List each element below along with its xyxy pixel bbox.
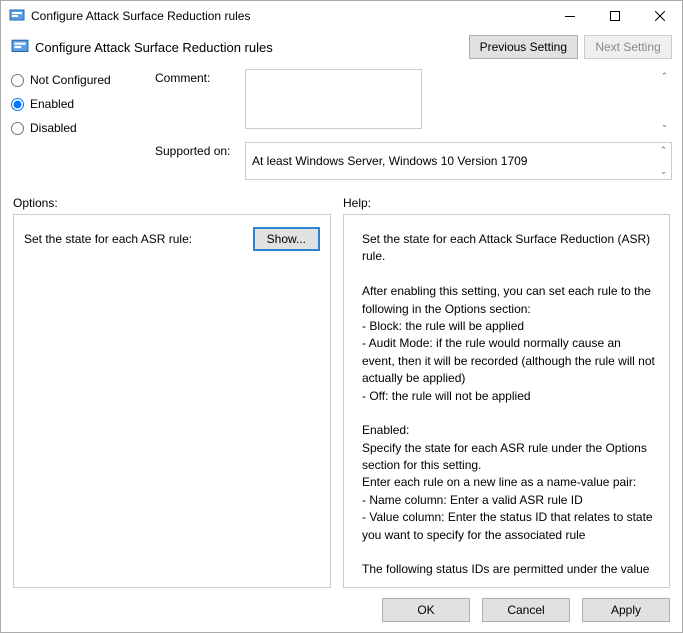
next-setting-button: Next Setting: [584, 35, 672, 59]
options-panel: Set the state for each ASR rule: Show...: [13, 214, 331, 588]
help-line: Enter each rule on a new line as a name-…: [362, 474, 655, 491]
maximize-button[interactable]: [592, 1, 637, 31]
ok-button[interactable]: OK: [382, 598, 470, 622]
options-row-label: Set the state for each ASR rule:: [24, 232, 192, 246]
radio-not-configured-input[interactable]: [11, 74, 24, 87]
help-line: - Name column: Enter a valid ASR rule ID: [362, 492, 655, 509]
help-line: Set the state for each Attack Surface Re…: [362, 231, 655, 266]
window-title: Configure Attack Surface Reduction rules: [31, 9, 547, 23]
radio-not-configured-label: Not Configured: [30, 73, 111, 87]
show-button[interactable]: Show...: [253, 227, 320, 251]
footer: OK Cancel Apply: [1, 588, 682, 632]
options-row: Set the state for each ASR rule: Show...: [24, 227, 320, 251]
radio-enabled-input[interactable]: [11, 98, 24, 111]
header-title: Configure Attack Surface Reduction rules: [35, 40, 463, 55]
titlebar: Configure Attack Surface Reduction rules: [1, 1, 682, 31]
apply-button[interactable]: Apply: [582, 598, 670, 622]
cancel-button[interactable]: Cancel: [482, 598, 570, 622]
radio-disabled-input[interactable]: [11, 122, 24, 135]
help-line: Enabled:: [362, 422, 655, 439]
scroll-down-icon: ⌄: [656, 164, 671, 179]
help-line: - Block: the rule will be applied: [362, 318, 655, 335]
help-text[interactable]: Set the state for each Attack Surface Re…: [354, 225, 659, 577]
previous-setting-button[interactable]: Previous Setting: [469, 35, 578, 59]
supported-scroll: ⌃ ⌄: [656, 143, 671, 179]
policy-icon: [11, 38, 29, 56]
supported-row: Supported on: At least Windows Server, W…: [155, 142, 672, 180]
panels: Set the state for each ASR rule: Show...…: [1, 214, 682, 588]
body-area: Not Configured Enabled Disabled Comment:…: [1, 69, 682, 190]
help-line: Specify the state for each ASR rule unde…: [362, 440, 655, 475]
section-labels: Options: Help:: [1, 190, 682, 214]
help-line: - Off: the rule will not be applied: [362, 388, 655, 405]
help-panel: Set the state for each Attack Surface Re…: [343, 214, 670, 588]
comment-scroll[interactable]: ⌃ ⌄: [657, 69, 672, 132]
supported-value-box: At least Windows Server, Windows 10 Vers…: [245, 142, 672, 180]
supported-value: At least Windows Server, Windows 10 Vers…: [252, 154, 527, 168]
comment-label: Comment:: [155, 69, 237, 85]
comment-textarea[interactable]: [245, 69, 422, 129]
scroll-up-icon[interactable]: ⌃: [657, 69, 672, 84]
supported-label: Supported on:: [155, 142, 237, 158]
radio-disabled-label: Disabled: [30, 121, 77, 135]
options-label: Options:: [13, 196, 343, 210]
scroll-down-icon[interactable]: ⌄: [657, 117, 672, 132]
close-button[interactable]: [637, 1, 682, 31]
minimize-button[interactable]: [547, 1, 592, 31]
radio-enabled-label: Enabled: [30, 97, 74, 111]
comment-row: Comment: ⌃ ⌄: [155, 69, 672, 132]
state-radios: Not Configured Enabled Disabled: [11, 69, 141, 180]
radio-enabled[interactable]: Enabled: [11, 97, 141, 111]
radio-not-configured[interactable]: Not Configured: [11, 73, 141, 87]
radio-disabled[interactable]: Disabled: [11, 121, 141, 135]
help-line: After enabling this setting, you can set…: [362, 283, 655, 318]
scroll-up-icon: ⌃: [656, 143, 671, 158]
help-line: The following status IDs are permitted u…: [362, 561, 655, 577]
policy-icon: [9, 8, 25, 24]
help-label: Help:: [343, 196, 371, 210]
help-line: - Value column: Enter the status ID that…: [362, 509, 655, 544]
fields-column: Comment: ⌃ ⌄ Supported on: At least Wind…: [155, 69, 672, 180]
dialog-window: Configure Attack Surface Reduction rules…: [0, 0, 683, 633]
help-line: - Audit Mode: if the rule would normally…: [362, 335, 655, 387]
header-row: Configure Attack Surface Reduction rules…: [1, 31, 682, 69]
